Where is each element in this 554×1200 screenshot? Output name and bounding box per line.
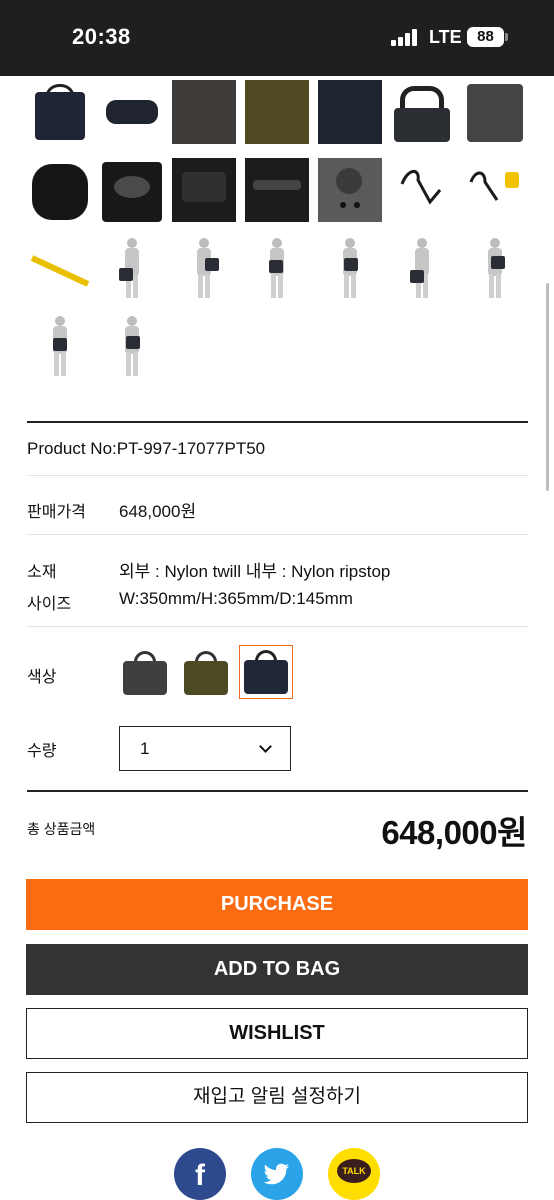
twitter-bird-icon	[263, 1163, 289, 1185]
thumbnail[interactable]	[245, 236, 309, 300]
quantity-value: 1	[140, 739, 150, 758]
size-value: W:350mm/H:365mm/D:145mm	[119, 589, 353, 608]
status-time: 20:38	[72, 24, 131, 49]
price-value: 648,000원	[119, 502, 197, 521]
color-label: 색상	[27, 669, 57, 686]
signal-icon	[391, 29, 419, 46]
color-swatch-olive[interactable]	[180, 647, 232, 699]
quantity-label: 수량	[27, 743, 57, 760]
material-value: 외부 : Nylon twill 내부 : Nylon ripstop	[119, 562, 391, 581]
kakaotalk-share-icon[interactable]: TALK	[328, 1148, 380, 1200]
thumbnail[interactable]	[28, 158, 92, 222]
facebook-share-icon[interactable]: f	[174, 1148, 226, 1200]
lanyard-icon	[469, 171, 519, 201]
thumbnail[interactable]	[390, 158, 454, 222]
price-label: 판매가격	[27, 504, 86, 521]
row-divider	[27, 475, 528, 476]
scrollbar[interactable]	[546, 283, 549, 491]
thumbnail[interactable]	[463, 80, 527, 144]
network-type: LTE	[429, 27, 462, 47]
section-divider	[27, 421, 528, 423]
row-divider	[27, 534, 528, 535]
kakaotalk-label: TALK	[337, 1159, 371, 1183]
total-price: 648,000원	[381, 814, 527, 851]
thumbnail[interactable]	[318, 158, 382, 222]
status-bar: 20:38 LTE 88	[0, 0, 554, 76]
total-label: 총 상품금액	[27, 821, 96, 837]
color-swatch-gray[interactable]	[119, 647, 171, 699]
thumbnail[interactable]	[172, 80, 236, 144]
size-label: 사이즈	[27, 596, 72, 613]
thumbnail[interactable]	[245, 80, 309, 144]
thumbnail[interactable]	[390, 80, 454, 144]
section-divider	[27, 790, 528, 792]
thumbnail[interactable]	[390, 236, 454, 300]
thumbnail[interactable]	[100, 80, 164, 144]
thumbnail[interactable]	[463, 236, 527, 300]
twitter-share-icon[interactable]	[251, 1148, 303, 1200]
thumbnail[interactable]	[100, 158, 164, 222]
thumbnail[interactable]	[245, 158, 309, 222]
wishlist-button[interactable]: WISHLIST	[26, 1008, 528, 1059]
thumbnail[interactable]	[28, 80, 92, 144]
thumbnail[interactable]	[172, 158, 236, 222]
material-label: 소재	[27, 564, 57, 581]
thumbnail[interactable]	[28, 314, 92, 378]
color-swatch-navy[interactable]	[239, 645, 293, 699]
battery-tip	[505, 33, 508, 41]
thumbnail[interactable]	[172, 236, 236, 300]
lanyard-icon	[400, 170, 442, 205]
product-number: Product No:PT-997-17077PT50	[27, 439, 266, 458]
row-divider	[27, 626, 528, 627]
thumbnail[interactable]	[100, 314, 164, 378]
add-to-bag-button[interactable]: ADD TO BAG	[26, 944, 528, 995]
purchase-button[interactable]: PURCHASE	[26, 879, 528, 930]
thumbnail[interactable]	[318, 236, 382, 300]
restock-alert-button[interactable]: 재입고 알림 설정하기	[26, 1072, 528, 1123]
thumbnail[interactable]	[28, 236, 92, 300]
ruler-icon	[30, 255, 90, 287]
thumbnail[interactable]	[100, 236, 164, 300]
chevron-down-icon	[259, 740, 272, 753]
thumbnail[interactable]	[318, 80, 382, 144]
quantity-select[interactable]: 1	[119, 726, 291, 771]
battery-icon: 88	[467, 27, 504, 47]
thumbnail[interactable]	[463, 158, 527, 222]
